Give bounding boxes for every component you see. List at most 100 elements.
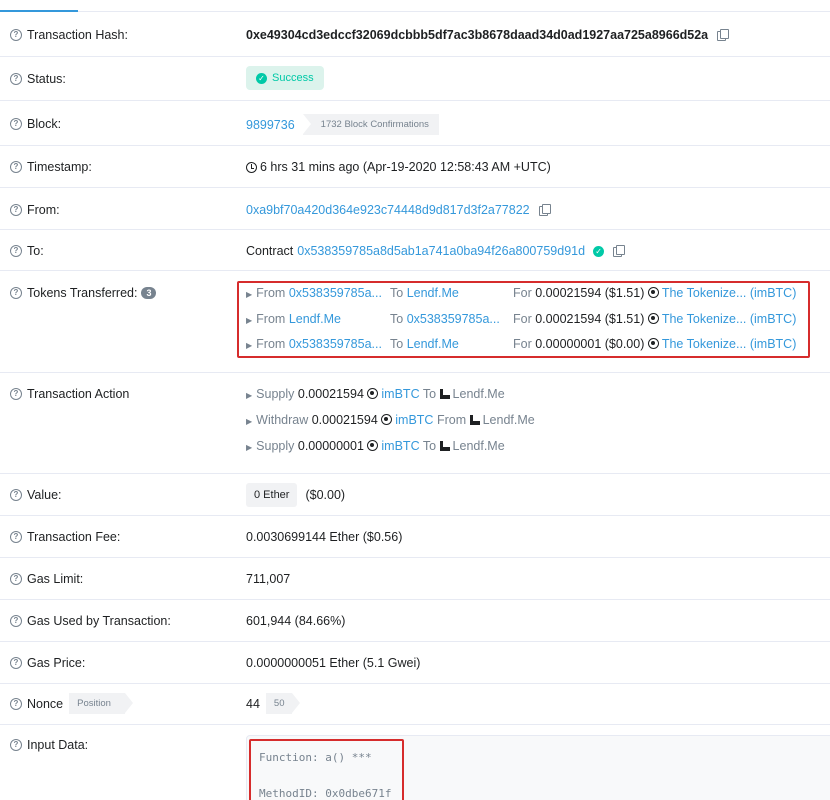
from-address-link[interactable]: 0xa9bf70a420d364e923c74448d9d817d3f2a778… <box>246 203 530 217</box>
tab-bar <box>0 0 830 12</box>
value-gas-used: 601,944 (84.66%) <box>246 614 346 628</box>
ether-value-badge: 0 Ether <box>246 483 298 507</box>
transaction-action-row: ▶ Supply 0.00000001 imBTC To Lendf.Me <box>246 439 505 453</box>
label-text: Transaction Action <box>27 387 130 401</box>
action-verb: Supply <box>256 387 295 401</box>
row-transaction-fee: ? Transaction Fee: 0.0030699144 Ether ($0… <box>0 516 830 558</box>
help-icon[interactable]: ? <box>10 118 22 130</box>
contract-prefix: Contract <box>246 244 294 258</box>
copy-icon[interactable] <box>613 245 626 257</box>
row-to: ? To: Contract 0x538359785a8d5ab1a741a0ba9… <box>0 230 830 271</box>
label-text: Status: <box>27 72 66 86</box>
help-icon[interactable]: ? <box>10 161 22 173</box>
help-icon[interactable]: ? <box>10 531 22 543</box>
transaction-action-row: ▶ Supply 0.00021594 imBTC To Lendf.Me <box>246 387 505 401</box>
nonce-value: 44 <box>246 696 260 711</box>
row-transaction-hash: ? Transaction Hash: 0xe49304cd3edccf32069… <box>0 12 830 57</box>
label-nonce: ? Nonce Position <box>10 693 133 714</box>
row-value: ? Value: 0 Ether ($0.00) <box>0 474 830 516</box>
caret-right-icon: ▶ <box>246 391 253 400</box>
label-from: ? From: <box>10 203 60 217</box>
help-icon[interactable]: ? <box>10 245 22 257</box>
clock-icon <box>246 161 257 173</box>
value-from: 0xa9bf70a420d364e923c74448d9d817d3f2a778… <box>246 203 551 217</box>
value-gas-limit: 711,007 <box>246 572 291 586</box>
lendf-logo-icon <box>439 389 450 399</box>
label-gas-price: ? Gas Price: <box>10 656 85 670</box>
position-tag: Position <box>69 693 133 714</box>
token-icon <box>381 414 393 425</box>
usd-value: ($0.00) <box>305 488 346 502</box>
help-icon[interactable]: ? <box>10 73 22 85</box>
value-value: 0 Ether ($0.00) <box>246 483 345 507</box>
row-status: ? Status: ✓ Success <box>0 57 830 101</box>
action-target[interactable]: Lendf.Me <box>453 387 505 401</box>
value-timestamp: 6 hrs 31 mins ago (Apr-19-2020 12:58:43 … <box>246 160 551 174</box>
label-text: Nonce <box>27 696 64 711</box>
label-text: Input Data: <box>27 738 89 752</box>
copy-icon[interactable] <box>717 29 730 41</box>
label-text: Value: <box>27 488 62 502</box>
value-status: ✓ Success <box>246 66 324 90</box>
block-confirmations-badge: 1732 Block Confirmations <box>302 114 439 135</box>
action-token-link[interactable]: imBTC <box>381 387 419 401</box>
label-block: ? Block: <box>10 117 61 131</box>
help-icon[interactable]: ? <box>10 573 22 585</box>
label-text: Gas Limit: <box>27 572 84 586</box>
help-icon[interactable]: ? <box>10 697 22 710</box>
value-nonce: 44 50 <box>246 693 300 714</box>
lendf-logo-icon <box>469 415 480 425</box>
label-text: Block: <box>27 117 62 131</box>
label-text: Timestamp: <box>27 160 92 174</box>
action-target[interactable]: Lendf.Me <box>483 413 535 427</box>
token-count-badge: 3 <box>141 287 157 299</box>
label-timestamp: ? Timestamp: <box>10 160 92 174</box>
label-input-data: ? Input Data: <box>10 738 88 752</box>
label-text: Tokens Transferred: <box>27 286 138 300</box>
action-target[interactable]: Lendf.Me <box>453 439 505 453</box>
caret-right-icon: ▶ <box>246 443 253 452</box>
row-gas-price: ? Gas Price: 0.0000000051 Ether (5.1 Gwei… <box>0 642 830 684</box>
block-number-link[interactable]: 9899736 <box>246 118 295 132</box>
label-gas-used: ? Gas Used by Transaction: <box>10 614 171 628</box>
help-icon[interactable]: ? <box>10 739 22 751</box>
action-direction: From <box>436 413 467 427</box>
action-direction: To <box>422 439 437 453</box>
row-nonce: ? Nonce Position 44 50 <box>0 684 830 725</box>
label-transaction-action: ? Transaction Action <box>10 387 129 401</box>
caret-right-icon: ▶ <box>246 417 253 426</box>
to-contract-link[interactable]: 0x538359785a8d5ab1a741a0ba94f26a800759d9… <box>297 244 585 258</box>
action-token-link[interactable]: imBTC <box>381 439 419 453</box>
label-to: ? To: <box>10 244 44 258</box>
label-text: To: <box>27 244 44 258</box>
label-transaction-hash: ? Transaction Hash: <box>10 28 128 42</box>
highlight-box-transfers <box>237 281 810 358</box>
position-value-tag: 50 <box>265 693 300 714</box>
verified-check-icon: ✓ <box>593 245 605 257</box>
help-icon[interactable]: ? <box>10 29 22 41</box>
help-icon[interactable]: ? <box>10 287 22 299</box>
action-verb: Withdraw <box>256 413 309 427</box>
value-to: Contract 0x538359785a8d5ab1a741a0ba94f26a… <box>246 244 626 258</box>
label-text: Transaction Hash: <box>27 28 128 42</box>
help-icon[interactable]: ? <box>10 615 22 627</box>
label-text: Transaction Fee: <box>27 530 121 544</box>
copy-icon[interactable] <box>538 204 551 216</box>
timestamp-text: 6 hrs 31 mins ago (Apr-19-2020 12:58:43 … <box>260 160 551 174</box>
value-block: 9899736 1732 Block Confirmations <box>246 114 439 135</box>
highlight-box-input <box>249 739 404 800</box>
row-from: ? From: 0xa9bf70a420d364e923c74448d9d817d… <box>0 188 830 230</box>
action-token-link[interactable]: imBTC <box>395 413 433 427</box>
help-icon[interactable]: ? <box>10 489 22 501</box>
action-verb: Supply <box>256 439 295 453</box>
token-icon <box>367 440 379 451</box>
action-direction: To <box>422 387 437 401</box>
label-tokens-transferred: ? Tokens Transferred: 3 <box>10 286 157 300</box>
row-block: ? Block: 9899736 1732 Block Confirmations <box>0 101 830 146</box>
row-gas-used: ? Gas Used by Transaction: 601,944 (84.66… <box>0 600 830 642</box>
action-amount: 0.00021594 <box>311 413 378 427</box>
help-icon[interactable]: ? <box>10 657 22 669</box>
help-icon[interactable]: ? <box>10 204 22 216</box>
help-icon[interactable]: ? <box>10 388 22 400</box>
value-transaction-fee: 0.0030699144 Ether ($0.56) <box>246 530 403 544</box>
